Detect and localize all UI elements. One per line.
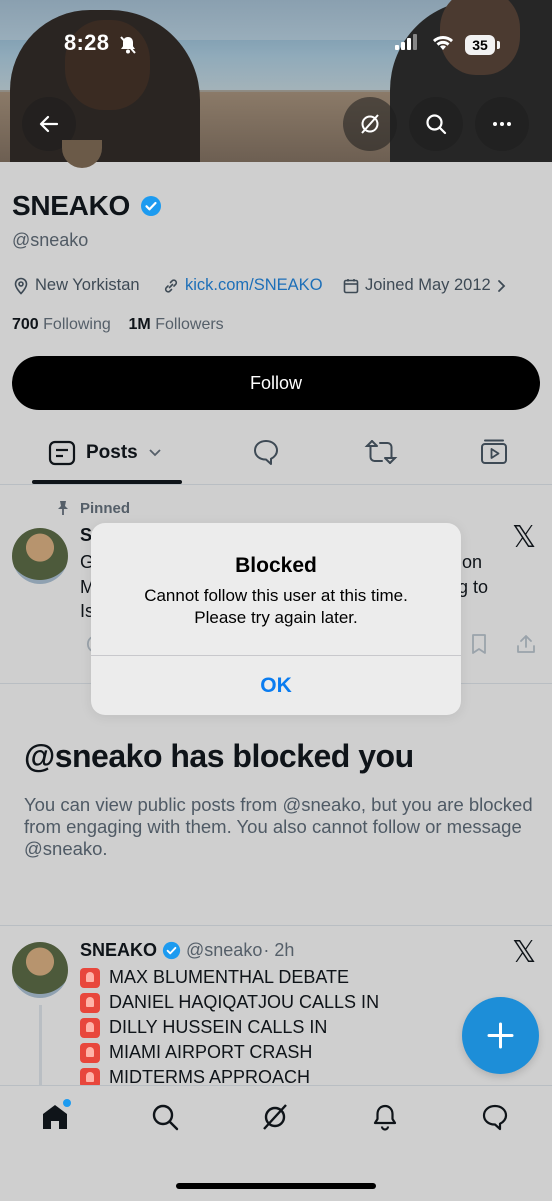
post-author-name[interactable]: SNEAKO [80, 940, 157, 961]
chevron-down-icon [148, 448, 162, 458]
search-icon [426, 114, 447, 135]
list-item: MIAMI AIRPORT CRASH [80, 1040, 379, 1065]
nav-messages[interactable] [480, 1102, 510, 1132]
bookmark-icon[interactable] [469, 633, 489, 655]
battery-indicator: 35 [465, 35, 495, 55]
location-pin-icon [12, 277, 30, 295]
link-text[interactable]: kick.com/SNEAKO [185, 276, 323, 295]
signal-icon [395, 34, 419, 50]
profile-banner[interactable] [0, 0, 552, 162]
pinned-post-line3-end: g to [458, 577, 489, 597]
wifi-icon [432, 34, 454, 51]
nav-notifications[interactable] [370, 1102, 400, 1132]
chevron-right-icon [496, 279, 508, 293]
post-body: MAX BLUMENTHAL DEBATE DANIEL HAQIQATJOU … [80, 965, 379, 1090]
list-item: DANIEL HAQIQATJOU CALLS IN [80, 990, 379, 1015]
grok-icon [361, 114, 379, 134]
home-indicator [176, 1183, 376, 1189]
thread-line [39, 1005, 42, 1085]
home-notification-dot [63, 1099, 71, 1107]
more-dots-icon [493, 122, 511, 126]
profile-location: New Yorkistan [12, 276, 140, 295]
tab-media[interactable] [479, 437, 509, 467]
siren-icon [80, 1042, 100, 1063]
plus-icon [487, 1022, 514, 1049]
calendar-icon [342, 277, 360, 295]
post-avatar[interactable] [12, 942, 68, 998]
bell-icon [373, 1104, 397, 1131]
status-time: 8:28 [64, 30, 110, 55]
pinned-label: Pinned [80, 500, 131, 517]
siren-icon [80, 967, 100, 988]
profile-joined[interactable]: Joined May 2012 [342, 276, 508, 295]
profile-link[interactable]: kick.com/SNEAKO [162, 276, 323, 295]
joined-text: Joined May 2012 [365, 276, 491, 294]
search-icon [152, 1104, 179, 1131]
following-link[interactable]: 700 Following [12, 316, 111, 333]
blocked-notice-description: You can view public posts from @sneako, … [24, 794, 533, 859]
follow-button[interactable]: Follow [12, 356, 540, 410]
repost-icon [364, 440, 398, 464]
message-bubble-icon [482, 1104, 508, 1131]
silent-bell-icon [118, 35, 138, 55]
location-text: New Yorkistan [35, 276, 140, 294]
profile-name: SNEAKO [12, 190, 130, 221]
grok-icon [263, 1104, 287, 1130]
tab-reposts[interactable] [364, 437, 398, 467]
posts-icon [48, 440, 76, 466]
x-logo-icon: 𝕏 [512, 520, 537, 555]
nav-search[interactable] [150, 1102, 180, 1132]
blocked-notice-title: @sneako has blocked you [24, 738, 414, 774]
followers-link[interactable]: 1M Followers [129, 316, 224, 333]
share-icon[interactable] [515, 633, 537, 655]
pinned-post-line2-end: on [462, 552, 483, 572]
search-button[interactable] [409, 97, 463, 151]
verified-badge-icon [162, 941, 181, 960]
alert-title: Blocked [235, 554, 317, 577]
list-item: DILLY HUSSEIN CALLS IN [80, 1015, 379, 1040]
nav-grok[interactable] [260, 1102, 290, 1132]
post-header: SNEAKO @sneako · 2h [80, 940, 294, 961]
siren-icon [80, 1017, 100, 1038]
tab-posts[interactable]: Posts [48, 440, 162, 466]
back-arrow-icon [39, 115, 59, 133]
pin-icon [56, 500, 70, 516]
video-icon [481, 439, 507, 464]
alert-ok-button[interactable]: OK [91, 656, 461, 715]
battery-tip [497, 41, 500, 49]
profile-handle: @sneako [12, 230, 89, 250]
pinned-post-avatar[interactable] [12, 528, 68, 584]
verified-badge-icon [140, 195, 162, 217]
profile-avatar[interactable] [62, 140, 102, 168]
siren-icon [80, 992, 100, 1013]
tabs-divider [0, 484, 552, 485]
reply-bubble-icon [254, 440, 278, 465]
grok-button[interactable] [343, 97, 397, 151]
list-item: MAX BLUMENTHAL DEBATE [80, 965, 379, 990]
tab-replies[interactable] [251, 437, 281, 467]
profile-stats: 700 Following 1M Followers [12, 316, 224, 334]
link-icon [162, 277, 180, 295]
post-author-handle: @sneako [186, 940, 263, 960]
alert-message: Cannot follow this user at this time. Pl… [144, 586, 408, 627]
more-options-button[interactable] [475, 97, 529, 151]
post-time: · 2h [263, 940, 295, 960]
notice-divider [0, 925, 552, 926]
compose-post-button[interactable] [462, 997, 539, 1074]
blocked-alert-dialog: Blocked Cannot follow this user at this … [91, 523, 461, 715]
x-logo-icon: 𝕏 [512, 935, 537, 970]
posts-tab-label: Posts [86, 442, 138, 463]
